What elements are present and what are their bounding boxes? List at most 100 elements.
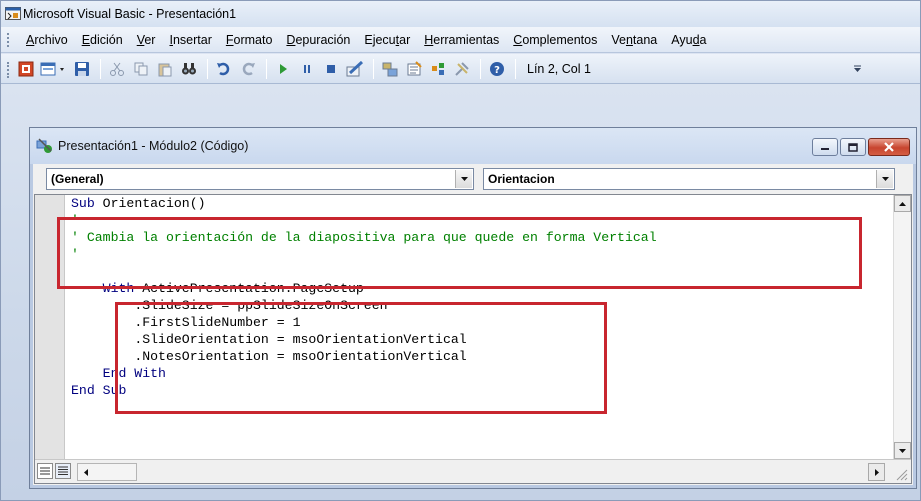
paste-button[interactable] xyxy=(154,58,176,80)
toolbar-separator xyxy=(480,58,481,79)
horizontal-scrollbar[interactable] xyxy=(77,463,137,481)
code-text-token: .NotesOrientation = msoOrientationVertic… xyxy=(134,349,467,364)
procedure-view-button[interactable] xyxy=(37,463,53,479)
code-line[interactable]: .NotesOrientation = msoOrientationVertic… xyxy=(71,348,893,365)
menu-bar: Archivo Edición Ver Insertar Formato Depuraci… xyxy=(1,27,920,53)
menu-item-ventana[interactable]: Ventana xyxy=(604,29,664,51)
standard-toolbar: ? Lín 2, Col 1 xyxy=(1,54,920,84)
code-editor[interactable]: Sub Orientacion() ' ' Cambia la orientació… xyxy=(34,194,912,484)
chevron-down-icon xyxy=(881,177,889,181)
code-line[interactable]: With ActivePresentation.PageSetup xyxy=(71,280,893,297)
code-keyword: Sub xyxy=(71,196,95,211)
menu-item-depuracion[interactable]: Depuración xyxy=(279,29,357,51)
minimize-button[interactable] xyxy=(812,138,838,156)
margin-indicator-bar[interactable] xyxy=(35,195,65,459)
code-line[interactable]: End Sub xyxy=(71,382,893,399)
cut-button[interactable] xyxy=(106,58,128,80)
menu-item-archivo[interactable]: Archivo xyxy=(19,29,75,51)
object-dropdown[interactable]: (General) xyxy=(46,168,474,190)
menu-item-herramientas[interactable]: Herramientas xyxy=(417,29,506,51)
design-mode-button[interactable] xyxy=(344,58,366,80)
insert-module-button[interactable] xyxy=(39,58,69,80)
code-window-title: Presentación1 - Módulo2 (Código) xyxy=(58,139,249,153)
project-explorer-button[interactable] xyxy=(379,58,401,80)
maximize-button[interactable] xyxy=(840,138,866,156)
vertical-scrollbar[interactable] xyxy=(893,195,911,459)
dropdown-arrow[interactable] xyxy=(455,170,472,188)
code-line[interactable]: ' xyxy=(71,212,893,229)
powerpoint-icon xyxy=(18,61,34,76)
save-button[interactable] xyxy=(71,58,93,80)
toolbar-separator xyxy=(100,58,101,79)
copy-button[interactable] xyxy=(130,58,152,80)
chevron-down-icon xyxy=(460,177,468,181)
menu-item-complementos[interactable]: Complementos xyxy=(506,29,604,51)
maximize-icon xyxy=(848,142,858,152)
menubar-grip[interactable] xyxy=(7,33,10,47)
run-button[interactable] xyxy=(272,58,294,80)
break-button[interactable] xyxy=(296,58,318,80)
toolbox-icon xyxy=(455,61,469,76)
code-window: Presentación1 - Módulo2 (Código) (Genera… xyxy=(29,127,917,489)
redo-icon xyxy=(242,62,255,75)
menu-item-edicion[interactable]: Edición xyxy=(75,29,130,51)
chevron-right-icon xyxy=(874,468,879,476)
code-line[interactable]: .FirstSlideNumber = 1 xyxy=(71,314,893,331)
code-line[interactable]: ' Cambia la orientación de la diapositiv… xyxy=(71,229,893,246)
find-button[interactable] xyxy=(178,58,200,80)
reset-button[interactable] xyxy=(320,58,342,80)
toolbar-overflow-button[interactable] xyxy=(853,64,862,76)
dropdown-arrow[interactable] xyxy=(876,170,893,188)
resize-grip-icon[interactable] xyxy=(894,467,908,481)
close-button[interactable] xyxy=(868,138,910,156)
scroll-right-button[interactable] xyxy=(868,463,885,481)
menu-item-ayuda[interactable]: Ayuda xyxy=(664,29,713,51)
code-text-token: .SlideSize = ppSlideSizeOnScreen xyxy=(134,298,388,313)
undo-button[interactable] xyxy=(213,58,235,80)
redo-button[interactable] xyxy=(237,58,259,80)
menu-item-ejecutar[interactable]: Ejecutar xyxy=(357,29,417,51)
menu-item-formato[interactable]: Formato xyxy=(219,29,280,51)
properties-window-button[interactable] xyxy=(403,58,425,80)
procedure-view-icon xyxy=(40,467,50,475)
cut-icon xyxy=(110,62,124,76)
object-browser-icon xyxy=(432,62,444,75)
code-keyword: End Sub xyxy=(71,383,127,398)
undo-icon xyxy=(217,62,230,75)
code-window-title-bar[interactable]: Presentación1 - Módulo2 (Código) xyxy=(30,128,916,164)
toolbar-separator xyxy=(515,58,516,79)
window-title: Microsoft Visual Basic - Presentación1 xyxy=(23,7,237,21)
object-browser-button[interactable] xyxy=(427,58,449,80)
menu-item-ver[interactable]: Ver xyxy=(130,29,163,51)
toolbox-button[interactable] xyxy=(451,58,473,80)
code-line[interactable]: ' xyxy=(71,246,893,263)
bottom-bar xyxy=(35,459,911,483)
full-module-view-button[interactable] xyxy=(55,463,71,479)
code-line[interactable] xyxy=(71,263,893,280)
code-text[interactable]: Sub Orientacion() ' ' Cambia la orientació… xyxy=(71,195,893,459)
code-line[interactable]: End With xyxy=(71,365,893,382)
code-comment: ' xyxy=(71,247,79,262)
procedure-dropdown[interactable]: Orientacion xyxy=(483,168,895,190)
code-line[interactable]: .SlideSize = ppSlideSizeOnScreen xyxy=(71,297,893,314)
code-line[interactable]: .SlideOrientation = msoOrientationVertic… xyxy=(71,331,893,348)
insert-module-icon xyxy=(40,62,64,75)
menu-item-insertar[interactable]: Insertar xyxy=(162,29,218,51)
view-host-app-button[interactable] xyxy=(15,58,37,80)
code-comment: ' Cambia la orientación de la diapositiv… xyxy=(71,230,657,245)
paste-icon xyxy=(158,63,172,76)
toolbar-grip[interactable] xyxy=(7,62,10,78)
pause-icon xyxy=(304,64,310,73)
help-button[interactable]: ? xyxy=(486,58,508,80)
scroll-down-button[interactable] xyxy=(894,442,911,459)
scroll-up-button[interactable] xyxy=(894,195,911,212)
chevron-down-icon xyxy=(899,448,906,453)
chevron-left-icon xyxy=(84,468,88,476)
play-icon xyxy=(280,63,287,74)
scroll-left-button[interactable] xyxy=(78,464,94,480)
procedure-dropdown-value: Orientacion xyxy=(488,172,555,186)
code-text-token: .FirstSlideNumber = 1 xyxy=(134,315,301,330)
minimize-icon xyxy=(821,148,829,150)
code-line[interactable]: Sub Orientacion() xyxy=(71,195,893,212)
toolbar-separator xyxy=(207,58,208,79)
